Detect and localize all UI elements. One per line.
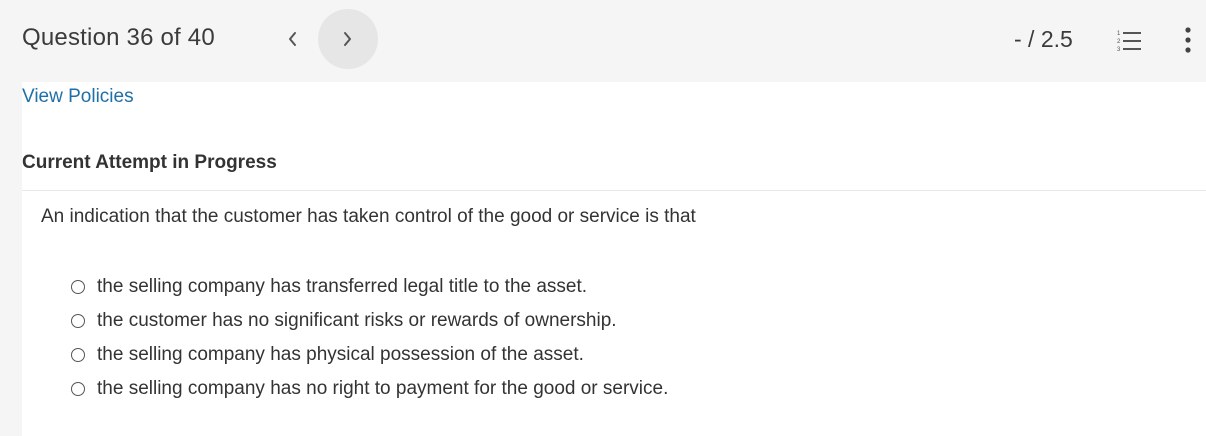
radio-button[interactable] bbox=[71, 280, 85, 294]
vertical-ellipsis-icon bbox=[1185, 27, 1191, 53]
numbered-list-icon: 1 2 3 bbox=[1117, 31, 1141, 52]
svg-text:2: 2 bbox=[1117, 39, 1121, 45]
answer-option-label: the customer has no significant risks or… bbox=[97, 310, 617, 331]
radio-button[interactable] bbox=[71, 348, 85, 362]
chevron-right-icon bbox=[344, 32, 351, 46]
view-policies-link[interactable]: View Policies bbox=[22, 86, 134, 108]
question-counter: Question 36 of 40 bbox=[22, 24, 215, 51]
answer-option-3[interactable]: the selling company has physical possess… bbox=[71, 338, 668, 372]
svg-text:1: 1 bbox=[1117, 31, 1121, 37]
answer-option-2[interactable]: the customer has no significant risks or… bbox=[71, 304, 668, 338]
question-content: View Policies Current Attempt in Progres… bbox=[22, 82, 1206, 436]
more-options-button[interactable] bbox=[1176, 24, 1200, 56]
answer-option-1[interactable]: the selling company has transferred lega… bbox=[71, 270, 668, 304]
question-header: Question 36 of 40 - / 2.5 1 2 3 bbox=[0, 0, 1206, 82]
answer-option-label: the selling company has transferred lega… bbox=[97, 276, 588, 297]
radio-button[interactable] bbox=[71, 314, 85, 328]
answer-option-label: the selling company has physical possess… bbox=[97, 344, 584, 365]
radio-button[interactable] bbox=[71, 382, 85, 396]
question-list-button[interactable]: 1 2 3 bbox=[1116, 26, 1144, 54]
svg-text:3: 3 bbox=[1117, 47, 1121, 52]
answer-options: the selling company has transferred lega… bbox=[71, 270, 668, 406]
divider bbox=[22, 190, 1206, 191]
answer-option-label: the selling company has no right to paym… bbox=[97, 378, 669, 399]
attempt-status-heading: Current Attempt in Progress bbox=[22, 152, 277, 173]
chevron-left-icon bbox=[289, 32, 296, 46]
next-question-button[interactable] bbox=[318, 9, 378, 69]
previous-question-button[interactable] bbox=[262, 9, 322, 69]
question-text: An indication that the customer has take… bbox=[41, 206, 696, 227]
question-score: - / 2.5 bbox=[1014, 26, 1073, 52]
answer-option-4[interactable]: the selling company has no right to paym… bbox=[71, 372, 668, 406]
